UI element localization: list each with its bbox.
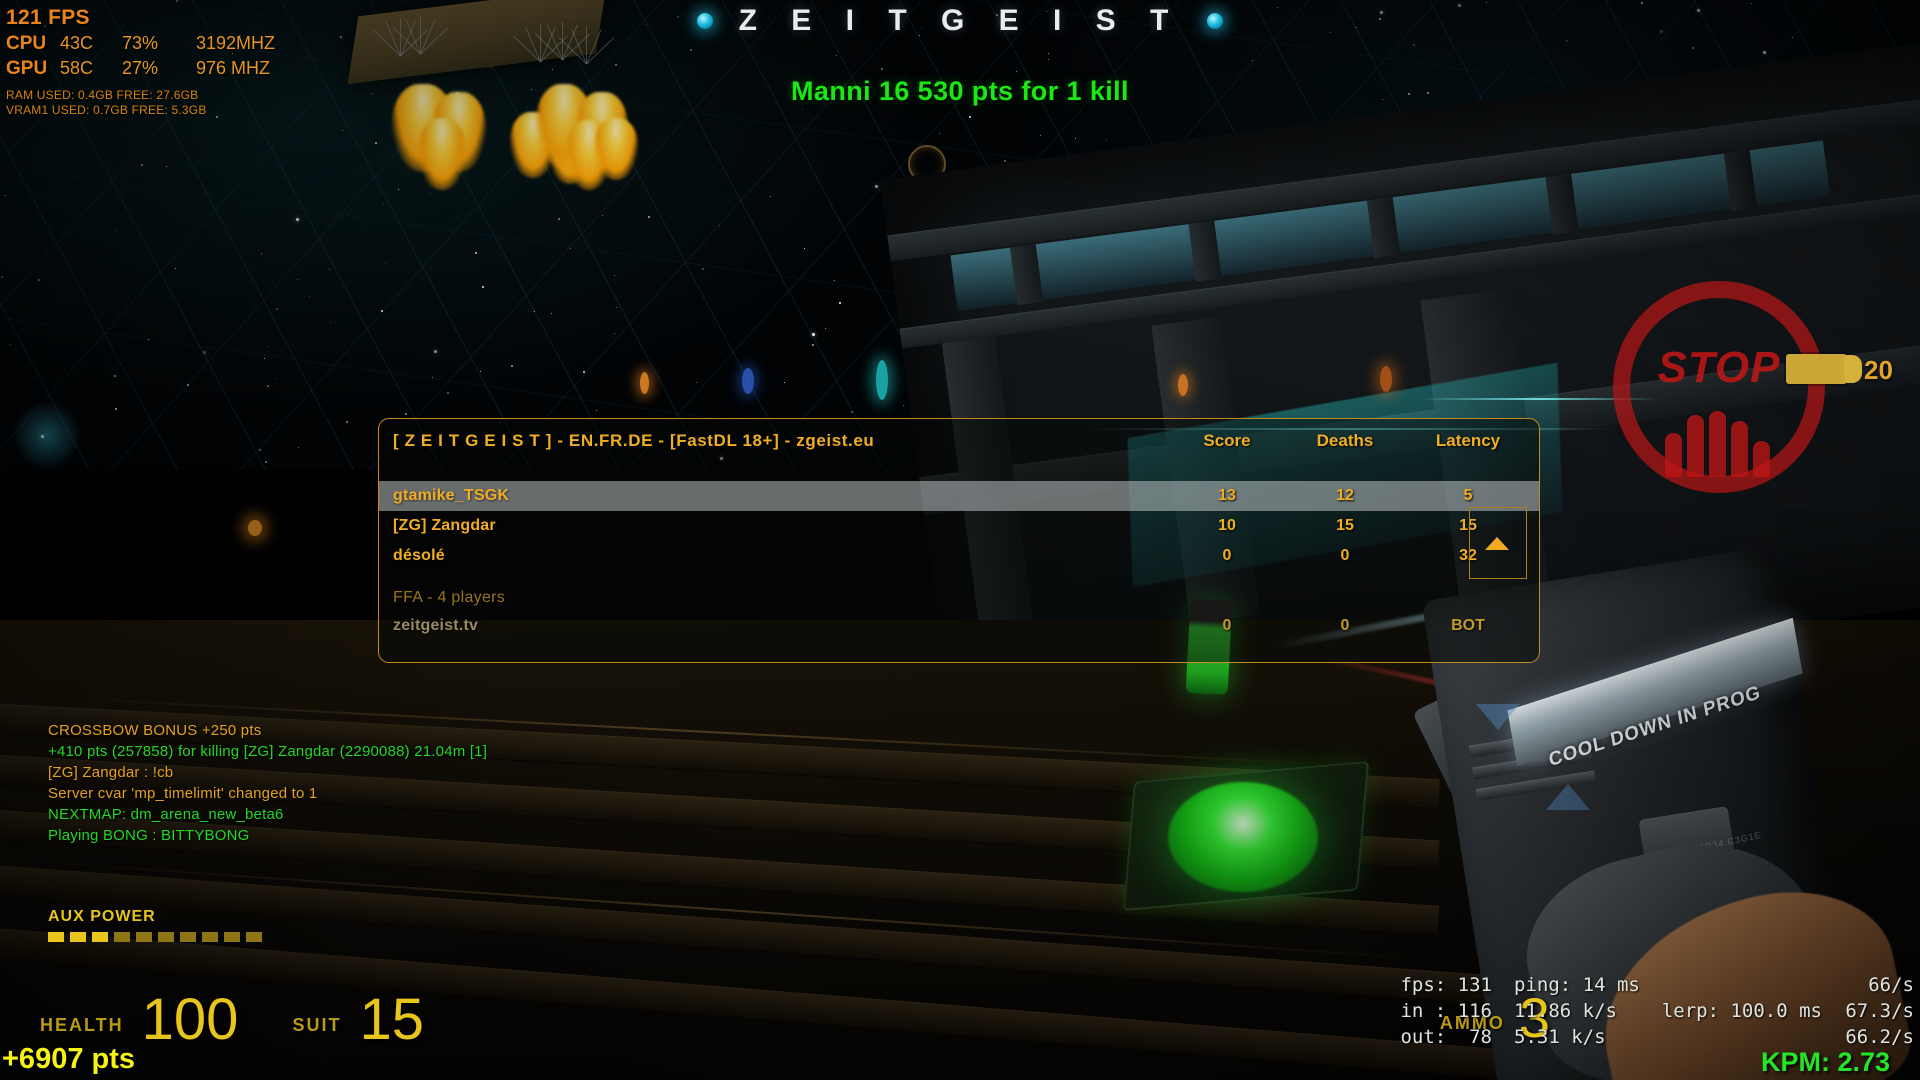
scoreboard-server-title: [ Z E I T G E I S T ] - EN.FR.DE - [Fast…: [393, 431, 875, 450]
chat-line: [ZG] Zangdar : !cb: [48, 764, 174, 781]
player-silhouette: [876, 360, 888, 400]
chat-line: NEXTMAP: dm_arena_new_beta6: [48, 806, 284, 823]
health-value: 100: [141, 986, 239, 1052]
player-name: gtamike_TSGK: [393, 487, 510, 504]
scene-lamp: [248, 520, 262, 536]
scene-light-orange: [640, 372, 649, 394]
aux-power-meter: AUX POWER: [48, 908, 262, 942]
aux-power-bar: [202, 932, 218, 942]
player-name: désolé: [393, 547, 445, 564]
scoreboard-rows: gtamike_TSGK 13 12 5 [ZG] Zangdar 10 15 …: [379, 481, 1539, 571]
net-graph: fps: 131 ping: 14 ms 66/s in : 116 11.86…: [1400, 972, 1914, 1050]
column-header-latency: Latency: [1435, 431, 1501, 450]
column-header-score: Score: [1203, 431, 1251, 450]
spectator-score: 0: [1222, 617, 1232, 634]
net-out: out: 78: [1400, 1026, 1492, 1048]
chat-line: +410 pts (257858) for killing [ZG] Zangd…: [48, 743, 488, 760]
suit-group: SUIT 15: [292, 986, 424, 1052]
secondary-ammo-count: 20: [1864, 355, 1893, 385]
net-extra-0: [1640, 972, 1822, 998]
kill-announcement: Manni 16 530 pts for 1 kill: [791, 76, 1129, 106]
table-row[interactable]: gtamike_TSGK 13 12 5: [379, 481, 1539, 511]
player-latency: 5: [1463, 487, 1473, 504]
indicator-arrow-up: [1476, 704, 1520, 730]
spectator-latency: BOT: [1451, 617, 1485, 634]
banner-dot-left-icon: [696, 13, 713, 29]
aux-power-bar: [136, 932, 152, 942]
aux-power-bar: [92, 932, 108, 942]
spectator-name: zeitgeist.tv: [393, 617, 479, 634]
stop-label: STOP: [1657, 343, 1781, 392]
net-graph-row: fps: 131 ping: 14 ms 66/s: [1400, 972, 1914, 998]
player-name: [ZG] Zangdar: [393, 517, 496, 534]
aux-power-bar: [70, 932, 86, 942]
aux-power-bars: [48, 932, 262, 942]
net-rate-0: 66/s: [1868, 974, 1914, 996]
aux-power-bar: [114, 932, 130, 942]
net-graph-row: in : 116 11.86 k/s lerp: 100.0 ms 67.3/s: [1400, 998, 1914, 1024]
net-in-rate: 11.86 k/s: [1514, 1000, 1617, 1022]
banner-title: Z E I T G E I S T: [738, 4, 1182, 37]
net-ping: ping: 14 ms: [1514, 974, 1640, 996]
points-popup: +6907 pts: [2, 1043, 136, 1075]
suit-value: 15: [359, 986, 424, 1052]
latency-sort-triangle-icon: [1485, 537, 1509, 550]
aux-power-bar: [224, 932, 240, 942]
net-lerp: lerp: 100.0 ms: [1661, 1000, 1822, 1022]
scene-light-orange-2: [1178, 374, 1188, 396]
aux-power-bar: [158, 932, 174, 942]
player-score: 10: [1218, 517, 1236, 534]
table-row[interactable]: [ZG] Zangdar 10 15 15: [379, 511, 1539, 541]
health-label: HEALTH: [40, 1015, 124, 1035]
aux-power-label: AUX POWER: [48, 908, 156, 925]
chat-log: CROSSBOW BONUS +250 pts +410 pts (257858…: [48, 720, 487, 846]
column-header-deaths: Deaths: [1316, 431, 1374, 450]
scoreboard[interactable]: [ Z E I T G E I S T ] - EN.FR.DE - [Fast…: [378, 418, 1540, 663]
kpm-readout: KPM: 2.73: [1760, 1047, 1890, 1077]
scoreboard-column-headers: Score Deaths Latency: [1169, 431, 1531, 451]
player-status-hud: HEALTH 100 SUIT 15: [40, 986, 424, 1052]
scoreboard-mode-line: FFA - 4 players: [393, 589, 506, 606]
aux-power-bar: [48, 932, 64, 942]
banner-dot-right-icon: [1207, 13, 1224, 29]
health-group: HEALTH 100: [40, 986, 239, 1052]
net-graph-table: fps: 131 ping: 14 ms 66/s in : 116 11.86…: [1400, 972, 1914, 1050]
palm-hand-icon: [1663, 393, 1775, 477]
scene-light-orange-3: [1380, 366, 1392, 392]
secondary-ammo-icon: [1786, 354, 1862, 384]
chat-line: CROSSBOW BONUS +250 pts: [48, 722, 262, 739]
player-score: 13: [1218, 487, 1236, 504]
player-latency: 15: [1459, 517, 1477, 534]
table-row[interactable]: désolé 0 0 32: [379, 541, 1539, 571]
net-rate-1: 67.3/s: [1845, 1000, 1914, 1022]
player-deaths: 0: [1340, 547, 1350, 564]
scene-light-blue: [742, 368, 754, 394]
player-deaths: 12: [1336, 487, 1354, 504]
player-deaths: 15: [1336, 517, 1354, 534]
server-title-banner: Z E I T G E I S T: [0, 4, 1920, 38]
chat-line: Server cvar 'mp_timelimit' changed to 1: [48, 785, 318, 802]
suit-label: SUIT: [292, 1015, 342, 1035]
spectator-deaths: 0: [1340, 617, 1350, 634]
player-latency: 32: [1459, 547, 1477, 564]
net-fps: fps: 131: [1400, 974, 1492, 996]
aux-power-bar: [246, 932, 262, 942]
game-screen: COOL DOWN IN PROG AT4-870D34 C3G1E STOP …: [0, 0, 1920, 1080]
indicator-arrow-down: [1546, 784, 1590, 810]
net-in: in : 116: [1400, 1000, 1492, 1022]
chat-line: Playing BONG : BITTYBONG: [48, 827, 250, 844]
scoreboard-spectator-row[interactable]: zeitgeist.tv 0 0 BOT: [379, 617, 1539, 635]
aux-power-bar: [180, 932, 196, 942]
scene-glow-left: [12, 400, 82, 470]
player-score: 0: [1222, 547, 1232, 564]
net-out-rate: 5.31 k/s: [1514, 1026, 1606, 1048]
stop-sign-overlay: STOP: [1613, 281, 1825, 493]
